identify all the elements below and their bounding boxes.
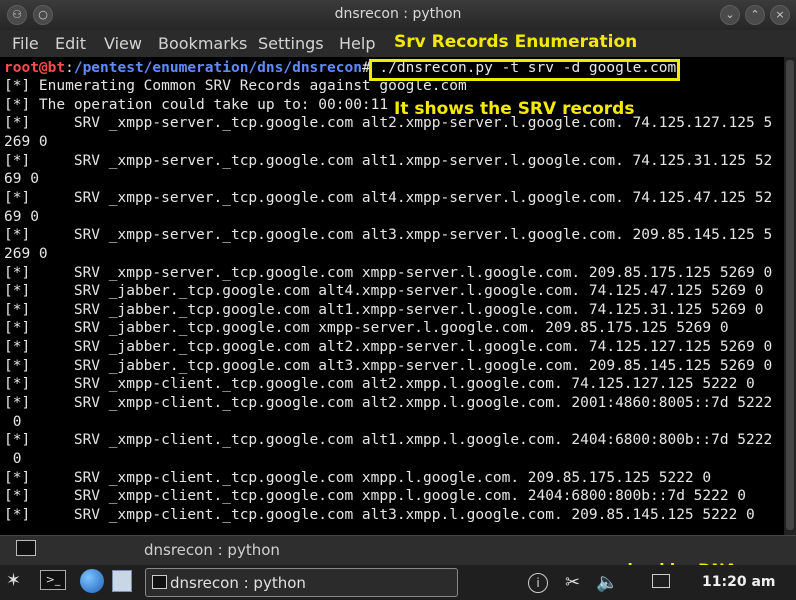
files-icon[interactable]: [112, 570, 132, 592]
info-icon[interactable]: i: [528, 573, 548, 593]
terminal-line: [*] SRV _jabber._tcp.google.com alt1.xmp…: [4, 301, 764, 318]
terminal-line: 269 0: [4, 133, 48, 150]
terminal-line: [*] SRV _xmpp-client._tcp.google.com alt…: [4, 395, 773, 412]
terminal-line: [*] SRV _xmpp-server._tcp.google.com alt…: [4, 189, 773, 206]
close-icon[interactable]: ×: [770, 5, 790, 25]
terminal-line: 269 0: [4, 245, 48, 262]
kde-menu-icon[interactable]: ✶: [6, 570, 21, 591]
terminal-line: [*] SRV _xmpp-client._tcp.google.com alt…: [4, 376, 755, 393]
terminal-line: [*] SRV _xmpp-server._tcp.google.com xmp…: [4, 264, 773, 281]
clock: 11:20 am: [702, 574, 776, 590]
terminal-output[interactable]: root@bt:/pentest/enumeration/dns/dnsreco…: [0, 57, 784, 535]
menu-settings[interactable]: Settings: [258, 34, 324, 53]
scissors-icon[interactable]: ✂: [565, 572, 580, 593]
prompt-user: root@bt: [4, 60, 66, 76]
menu-help[interactable]: Help: [339, 34, 375, 53]
terminal-line: [*] SRV _jabber._tcp.google.com alt3.xmp…: [4, 357, 773, 374]
terminal-launcher-icon[interactable]: >_: [40, 570, 66, 590]
terminal-line: [*] SRV _xmpp-server._tcp.google.com alt…: [4, 152, 773, 169]
menu-bookmarks[interactable]: Bookmarks: [158, 34, 247, 53]
network-icon[interactable]: [652, 574, 670, 588]
title-bar: ⚇ ○ dnsrecon : python ⌄ ⌃ ×: [0, 0, 796, 30]
terminal-line: 69 0: [4, 208, 39, 225]
prompt-separator: :: [65, 60, 74, 76]
window-title: dnsrecon : python: [334, 6, 462, 22]
prompt-path: /pentest/enumeration/dns/dnsrecon: [73, 60, 362, 76]
scrollbar-thumb[interactable]: [786, 60, 794, 530]
terminal-line: [*] SRV _jabber._tcp.google.com alt2.xmp…: [4, 339, 773, 356]
volume-icon[interactable]: 🔈: [596, 572, 618, 593]
terminal-line: [*] SRV _xmpp-client._tcp.google.com alt…: [4, 506, 755, 523]
terminal-line: 69 0: [4, 171, 39, 188]
terminal-line: [*] SRV _xmpp-client._tcp.google.com alt…: [4, 432, 773, 449]
command-highlight-box: [369, 59, 680, 81]
terminal-line: 0: [4, 413, 22, 430]
menu-edit[interactable]: Edit: [55, 34, 86, 53]
terminal-line: [*] SRV _xmpp-server._tcp.google.com alt…: [4, 227, 773, 244]
new-tab-icon[interactable]: [16, 540, 36, 556]
maximize-icon[interactable]: ⌃: [745, 5, 765, 25]
task-button-label: dnsrecon : python: [170, 574, 306, 592]
terminal-line: 0: [4, 451, 22, 467]
minimize-icon[interactable]: ⌄: [720, 5, 740, 25]
terminal-line: [*] SRV _jabber._tcp.google.com xmpp-ser…: [4, 320, 729, 337]
menu-view[interactable]: View: [104, 34, 142, 53]
annotation-srv: It shows the SRV records: [394, 99, 635, 119]
terminal-line: [*] SRV _xmpp-server._tcp.google.com alt…: [4, 115, 773, 132]
terminal-line: [*] SRV _xmpp-client._tcp.google.com xmp…: [4, 488, 747, 505]
task-terminal-icon: [152, 575, 167, 589]
terminal-line: [*] The operation could take up to: 00:0…: [4, 96, 389, 113]
terminal-line: [*] SRV _xmpp-client._tcp.google.com xmp…: [4, 469, 712, 486]
browser-icon[interactable]: [80, 569, 104, 593]
menu-file[interactable]: File: [12, 34, 39, 53]
tab-label[interactable]: dnsrecon : python: [144, 541, 280, 559]
terminal-line: [*] SRV _jabber._tcp.google.com alt4.xmp…: [4, 283, 764, 300]
annotation-title: Srv Records Enumeration: [394, 32, 638, 52]
